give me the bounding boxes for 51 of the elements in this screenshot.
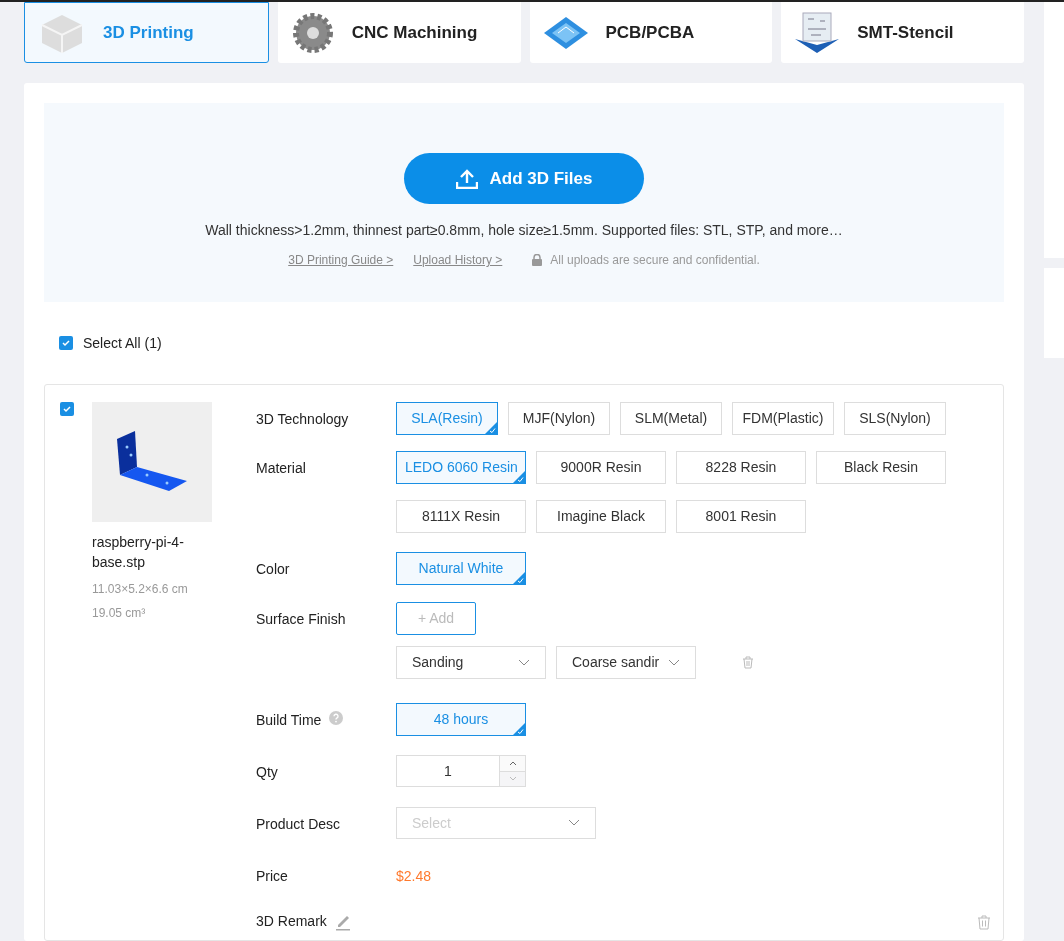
price-value: $2.48 xyxy=(396,867,432,886)
option-button[interactable]: FDM(Plastic) xyxy=(732,402,834,435)
link[interactable]: 3D Printing Guide > xyxy=(288,251,394,269)
option-button[interactable]: 8228 Resin xyxy=(676,451,806,484)
select-all-label: Select All (1) xyxy=(83,333,162,353)
trash-icon[interactable] xyxy=(742,656,754,669)
chevron-down-icon xyxy=(668,658,680,667)
chevron-down-icon xyxy=(568,819,580,827)
trash-icon[interactable] xyxy=(977,915,991,930)
quantity-stepper[interactable]: 1 xyxy=(396,755,526,787)
option-button[interactable]: Imagine Black xyxy=(536,500,666,533)
increment-icon[interactable] xyxy=(500,756,525,772)
field-label: Build Time xyxy=(256,711,322,730)
upload-icon xyxy=(455,168,478,189)
checkbox[interactable] xyxy=(59,336,73,350)
finish-dropdown[interactable]: Coarse sandir xyxy=(556,646,696,679)
option-button[interactable]: 8111X Resin xyxy=(396,500,526,533)
security-note: All uploads are secure and confidential. xyxy=(550,252,760,269)
service-tab[interactable]: PCB/PCBA xyxy=(529,2,773,63)
lock-icon xyxy=(532,254,543,266)
field-label: Qty xyxy=(256,763,278,782)
dimensions: 11.03×5.2×6.6 cm xyxy=(92,581,189,598)
field-label: Color xyxy=(256,560,290,579)
option-button[interactable]: SLM(Metal) xyxy=(620,402,722,435)
field-label: Price xyxy=(256,867,289,886)
service-tab[interactable]: SMT-Stencil xyxy=(781,2,1024,63)
upload-hint: Wall thickness>1.2mm, thinnest part≥0.8mm, hole size≥1.5mm. Supported files: STL, STP, and more… xyxy=(205,221,843,240)
option-button[interactable]: MJF(Nylon) xyxy=(508,402,610,435)
field-label: 3D Remark xyxy=(256,912,327,931)
check-corner-icon xyxy=(513,471,525,483)
check-corner-icon xyxy=(513,572,525,584)
chevron-down-icon xyxy=(518,658,530,667)
service-tab[interactable]: CNC Machining xyxy=(277,2,521,63)
option-button[interactable]: 8001 Resin xyxy=(676,500,806,533)
volume: 19.05 cm³ xyxy=(92,605,147,622)
finish-dropdown[interactable]: Sanding xyxy=(396,646,546,679)
help-icon[interactable] xyxy=(329,711,344,725)
checkmark-icon xyxy=(61,338,71,348)
file-name: raspberry-pi-4-base.stp xyxy=(92,533,185,572)
check-corner-icon xyxy=(513,723,525,735)
field-label: Material xyxy=(256,459,306,478)
checkbox[interactable] xyxy=(60,402,74,416)
check-corner-icon xyxy=(485,422,497,434)
quantity-value: 1 xyxy=(443,761,453,781)
field-label: Surface Finish xyxy=(256,610,346,629)
field-label: 3D Technology xyxy=(256,410,349,429)
option-button[interactable]: 9000R Resin xyxy=(536,451,666,484)
checkmark-icon xyxy=(62,404,72,414)
field-label: Product Desc xyxy=(256,815,341,834)
option-button[interactable]: Black Resin xyxy=(816,451,946,484)
option-button[interactable]: SLS(Nylon) xyxy=(844,402,946,435)
